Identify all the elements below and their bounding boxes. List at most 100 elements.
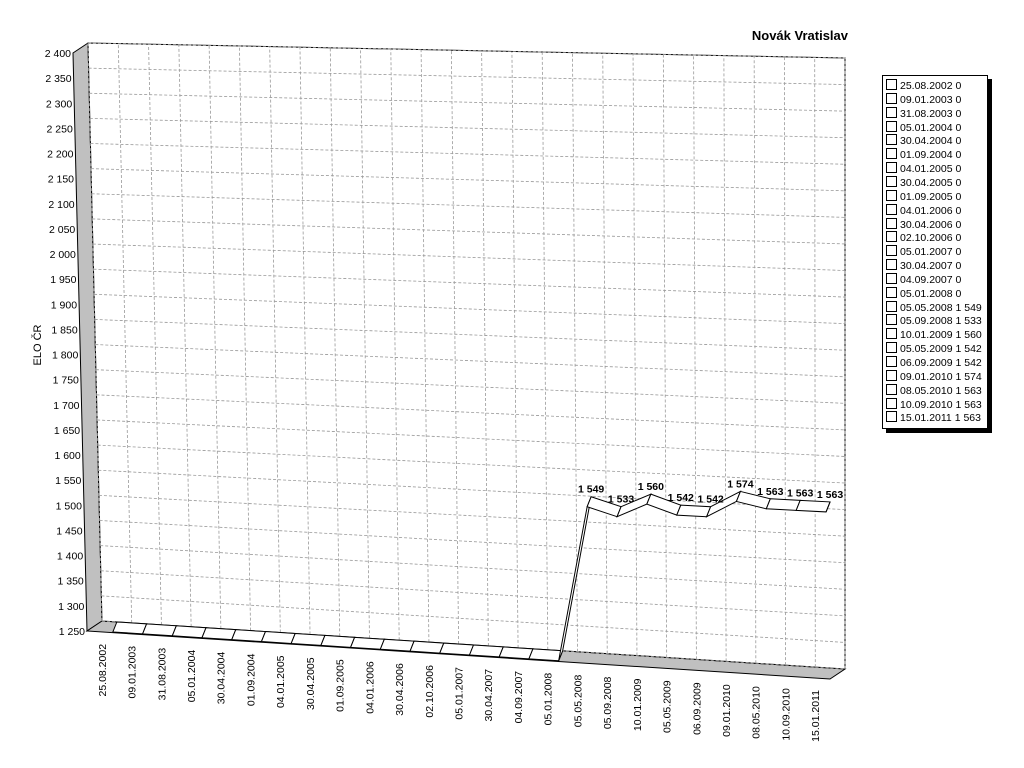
back-wall <box>87 42 846 670</box>
series-segment <box>231 629 267 643</box>
legend-item: 04.01.2006 0 <box>886 203 962 217</box>
x-tick-label: 04.01.2005 <box>275 655 287 708</box>
series-segment <box>320 634 356 648</box>
legend-swatch <box>886 189 897 201</box>
legend-swatch <box>886 134 897 146</box>
x-tick-label: 10.09.2010 <box>780 688 792 741</box>
y-tick-label: 1 650 <box>54 425 80 437</box>
x-tick-label: 25.08.2002 <box>97 644 109 697</box>
legend-item: 15.01.2011 1 563 <box>886 411 981 424</box>
y-tick-label: 2 250 <box>47 123 73 135</box>
legend-label: 06.09.2009 1 542 <box>900 357 982 369</box>
legend-label: 04.09.2007 0 <box>900 273 962 286</box>
data-label: 1 563 <box>757 486 783 498</box>
series-segment <box>439 642 475 656</box>
legend-item: 02.10.2006 0 <box>886 231 961 244</box>
legend-label: 25.08.2002 0 <box>900 80 962 92</box>
data-label: 1 563 <box>817 489 843 501</box>
y-tick-label: 1 800 <box>52 350 78 362</box>
data-label: 1 574 <box>727 478 753 490</box>
series-segment <box>676 504 712 518</box>
legend-swatch <box>886 328 897 340</box>
series-segment <box>379 638 415 652</box>
y-tick-label: 1 400 <box>57 551 83 563</box>
y-tick-label: 1 850 <box>51 324 77 336</box>
legend-swatch <box>886 92 897 104</box>
x-tick-label: 30.04.2007 <box>483 669 495 722</box>
legend-item: 05.05.2008 1 549 <box>886 300 982 314</box>
legend-swatch <box>886 106 897 118</box>
x-tick-label: 31.08.2003 <box>156 648 168 701</box>
legend-swatch <box>886 383 897 395</box>
y-tick-label: 1 250 <box>59 626 85 638</box>
x-tick-label: 05.01.2007 <box>454 667 466 720</box>
x-tick-label: 05.01.2004 <box>186 650 198 703</box>
legend-item: 08.05.2010 1 563 <box>886 383 982 397</box>
y-tick-label: 1 700 <box>53 400 79 412</box>
legend-label: 04.01.2005 0 <box>900 163 962 176</box>
series-segment <box>468 644 504 658</box>
legend-item: 05.01.2007 0 <box>886 245 961 258</box>
legend-swatch <box>886 231 897 243</box>
series-segment <box>349 636 386 650</box>
legend-label: 05.01.2007 0 <box>900 246 962 259</box>
legend-swatch <box>886 397 897 409</box>
legend-label: 08.05.2010 1 563 <box>900 384 982 397</box>
legend-label: 04.01.2006 0 <box>900 204 962 217</box>
series-segment <box>141 623 178 637</box>
data-label: 1 560 <box>638 481 664 493</box>
legend-label: 01.09.2005 0 <box>900 190 962 203</box>
chart-title: Novák Vratislav <box>751 28 848 43</box>
x-tick-label: 30.04.2004 <box>216 651 228 704</box>
legend-item: 05.01.2004 0 <box>886 120 961 134</box>
legend-item: 01.09.2004 0 <box>886 148 961 161</box>
legend-swatch <box>886 272 897 284</box>
x-tick-label: 09.01.2003 <box>127 646 139 699</box>
data-label: 1 542 <box>668 492 694 504</box>
legend-label: 31.08.2003 0 <box>900 107 962 120</box>
legend-item: 31.08.2003 0 <box>886 106 962 120</box>
legend-label: 30.04.2007 0 <box>900 260 962 273</box>
x-tick-label: 02.10.2006 <box>424 665 436 718</box>
legend-swatch <box>886 300 897 312</box>
legend-label: 30.04.2004 0 <box>900 135 962 148</box>
y-tick-label: 2 000 <box>50 249 76 261</box>
legend-label: 05.05.2008 1 549 <box>900 301 982 314</box>
legend-item: 09.01.2010 1 574 <box>886 369 982 383</box>
legend: 25.08.2002 0 09.01.2003 0 31.08.2003 0 05.0… <box>882 75 988 429</box>
x-tick-label: 05.05.2008 <box>572 675 584 728</box>
legend-item: 30.04.2004 0 <box>886 134 961 147</box>
x-tick-label: 05.01.2008 <box>543 673 555 726</box>
legend-item: 30.04.2007 0 <box>886 259 961 272</box>
y-tick-label: 1 900 <box>51 299 77 311</box>
series-segment <box>795 499 831 513</box>
legend-swatch <box>886 162 897 174</box>
x-tick-label: 04.01.2006 <box>364 661 376 714</box>
x-tick-label: 08.05.2010 <box>751 686 763 739</box>
series-segment <box>409 640 445 654</box>
y-axis-label: ELO ČR <box>31 324 44 365</box>
legend-swatch <box>886 175 897 187</box>
y-tick-label: 2 300 <box>46 98 72 110</box>
x-tick-label: 09.01.2010 <box>721 684 733 737</box>
y-tick-label: 2 100 <box>48 199 74 211</box>
y-tick-label: 1 950 <box>50 274 76 286</box>
y-tick-label: 1 550 <box>55 475 81 487</box>
series-segment <box>171 625 207 639</box>
data-label: 1 563 <box>787 487 813 499</box>
x-tick-label: 30.04.2005 <box>305 657 317 710</box>
x-tick-label: 05.09.2008 <box>602 676 614 729</box>
legend-item: 30.04.2005 0 <box>886 175 961 189</box>
legend-label: 09.01.2010 1 574 <box>900 370 982 383</box>
legend-label: 30.04.2006 0 <box>900 218 962 231</box>
legend-item: 04.09.2007 0 <box>886 272 962 286</box>
y-tick-label: 1 350 <box>58 576 84 588</box>
legend-swatch <box>886 259 897 271</box>
series-segment <box>528 648 564 662</box>
legend-swatch <box>886 286 897 298</box>
legend-item: 06.09.2009 1 542 <box>886 356 982 369</box>
y-tick-label: 1 500 <box>56 500 82 512</box>
legend-label: 05.09.2008 1 533 <box>900 315 982 328</box>
series-segment <box>260 631 296 645</box>
data-label: 1 542 <box>697 494 723 506</box>
